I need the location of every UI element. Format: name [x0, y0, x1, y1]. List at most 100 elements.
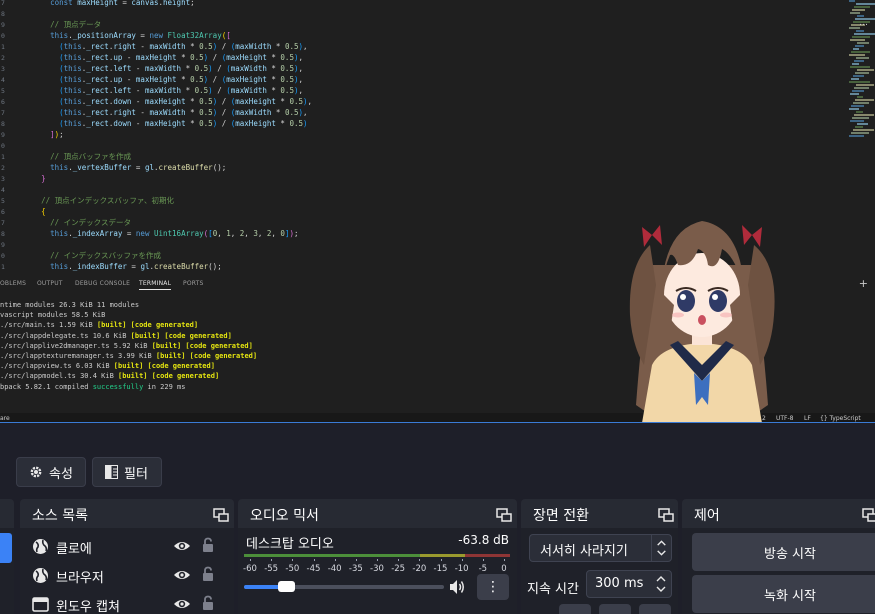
code-token: 0.5 [199, 42, 213, 51]
mixer-menu-button[interactable]: ⋮ [477, 574, 509, 600]
code-line[interactable]: // インデックスデータ [14, 217, 131, 228]
source-item[interactable]: 클로에 [20, 532, 226, 560]
code-line[interactable]: (this._rect.left - maxWidth * 0.5) / (ma… [14, 63, 303, 74]
speaker-icon[interactable] [448, 578, 466, 596]
tab-terminal[interactable]: TERMINAL [139, 280, 172, 290]
meter-scale-label: -20 [412, 564, 427, 574]
code-line[interactable]: this._indexArray = new Uint16Array([0, 1… [14, 228, 298, 239]
code-token: = [135, 31, 150, 40]
meter-scale-label: -30 [370, 564, 384, 574]
source-item[interactable]: 윈도우 캡쳐 [20, 590, 226, 614]
minimap-line [852, 90, 864, 92]
code-token: 0.5 [289, 97, 303, 106]
lock-icon[interactable] [202, 566, 214, 582]
volume-slider-handle[interactable] [278, 581, 295, 592]
duration-spinbox[interactable]: 300 ms [586, 570, 672, 598]
code-token: 0.5 [280, 86, 294, 95]
scene-item-selected[interactable] [0, 533, 12, 563]
tab-problems[interactable]: OBLEMS [0, 280, 26, 287]
lock-icon[interactable] [202, 595, 214, 611]
terminal-more-icon[interactable]: … [859, 18, 868, 28]
line-number: 4 [1, 186, 5, 194]
code-line[interactable]: { [14, 206, 46, 217]
code-token: * [266, 53, 281, 62]
code-token: 0.5 [284, 108, 299, 117]
dock-float-icon[interactable] [658, 508, 674, 522]
code-token: ; [293, 229, 299, 238]
visibility-eye-icon[interactable] [173, 568, 191, 582]
tab-output[interactable]: OUTPUT [37, 280, 63, 287]
remove-transition-button[interactable] [599, 604, 631, 614]
filters-button[interactable]: 필터 [92, 457, 162, 487]
code-token: } [41, 174, 46, 183]
code-token: left [113, 86, 132, 95]
code-token: (); [212, 163, 227, 172]
add-transition-button[interactable] [559, 604, 591, 614]
code-line[interactable]: (this._rect.up - maxHeight * 0.5) / (max… [14, 74, 303, 85]
code-line[interactable]: (this._rect.left - maxWidth * 0.5) / (ma… [14, 85, 303, 96]
spin-arrows-icon[interactable] [651, 571, 671, 597]
transition-select[interactable]: 서서히 사라지기 [529, 534, 672, 562]
mixer-level-db: -63.8 dB [458, 533, 509, 547]
code-line[interactable]: (this._rect.right - maxWidth * 0.5) / (m… [14, 107, 307, 118]
code-token: _rect [86, 119, 109, 128]
line-number: 1 [1, 153, 5, 161]
audio-mixer-body: 데스크탑 오디오 -63.8 dB -60 -55 -50 -45 -40 -35 -30-… [238, 528, 517, 614]
code-line[interactable]: } [14, 173, 46, 184]
tab-ports[interactable]: PORTS [183, 280, 204, 287]
start-streaming-button[interactable]: 방송 시작 [692, 533, 875, 571]
controls-body: 방송 시작 녹화 시작 [682, 528, 875, 614]
code-token: _vertexBuffer [72, 163, 132, 172]
meter-tick [377, 559, 378, 561]
meter-red-zone [465, 554, 510, 557]
code-line[interactable]: this._indexBuffer = gl.createBuffer(); [14, 261, 222, 272]
properties-button[interactable]: 속성 [16, 457, 86, 487]
new-terminal-icon[interactable]: + [859, 277, 868, 290]
code-line[interactable]: // 頂点バッファを作成 [14, 151, 131, 162]
terminal-text: successfully [92, 382, 144, 391]
status-language[interactable]: {} TypeScript [820, 415, 861, 422]
terminal-text: [built] [code generated] [130, 331, 232, 340]
visibility-eye-icon[interactable] [173, 597, 191, 611]
dock-float-icon[interactable] [496, 508, 512, 522]
line-number: 8 [1, 10, 5, 18]
code-line[interactable]: this._vertexBuffer = gl.createBuffer(); [14, 162, 226, 173]
code-line[interactable]: const maxHeight = canvas.height; [14, 0, 195, 8]
code-line[interactable]: (this._rect.right - maxWidth * 0.5) / (m… [14, 41, 307, 52]
code-line[interactable]: (this._rect.down - maxHeight * 0.5) / (m… [14, 118, 307, 129]
code-line[interactable]: (this._rect.up - maxHeight * 0.5) / (max… [14, 52, 303, 63]
controls-dock: 제어 방송 시작 녹화 시작 [682, 499, 875, 614]
line-number: 9 [1, 241, 5, 249]
visibility-eye-icon[interactable] [173, 539, 191, 553]
tab-debug-console[interactable]: DEBUG CONSOLE [75, 280, 130, 287]
status-eol[interactable]: LF [804, 415, 811, 422]
code-token: maxHeight [135, 53, 177, 62]
code-token: = [131, 163, 145, 172]
preview-selection-border [0, 422, 875, 423]
preview-canvas[interactable]: 7 8 9 0 1 2 3 4 5 6 7 8 9 0 1 2 3 4 5 6 7 8 9 0 1 const maxHeigh… [0, 0, 875, 423]
code-token: Float32Array [167, 31, 222, 40]
code-token: right [113, 42, 136, 51]
context-bar-top [0, 424, 875, 450]
code-token: ( [14, 97, 64, 106]
meter-scale-label: -60 [243, 564, 257, 574]
transition-properties-button[interactable] [639, 604, 671, 614]
code-line[interactable]: // 頂点インデックスバッファ、初期化 [14, 195, 174, 206]
code-line[interactable]: ]); [14, 129, 64, 140]
source-item[interactable]: 브라우저 [20, 561, 226, 589]
code-line[interactable]: (this._rect.down - maxHeight * 0.5) / (m… [14, 96, 312, 107]
start-recording-button[interactable]: 녹화 시작 [692, 575, 875, 613]
obs-controls-area: 속성 필터 소스 목록 클로에 브라우저 윈도우 캡쳐 오디오 믹서 데스크탑 … [0, 424, 875, 614]
code-token: ( [14, 75, 64, 84]
code-token: 0.5 [280, 64, 294, 73]
code-token: = [122, 229, 136, 238]
code-token: maxHeight [235, 97, 276, 106]
code-line[interactable]: // 頂点データ [14, 19, 101, 30]
dock-float-icon[interactable] [862, 508, 875, 522]
lock-icon[interactable] [202, 537, 214, 553]
code-line[interactable]: // インデックスバッファを作成 [14, 250, 161, 261]
dock-float-icon[interactable] [213, 508, 229, 522]
code-line[interactable]: this._positionArray = new Float32Array([ [14, 30, 231, 41]
volume-slider[interactable] [244, 581, 444, 592]
